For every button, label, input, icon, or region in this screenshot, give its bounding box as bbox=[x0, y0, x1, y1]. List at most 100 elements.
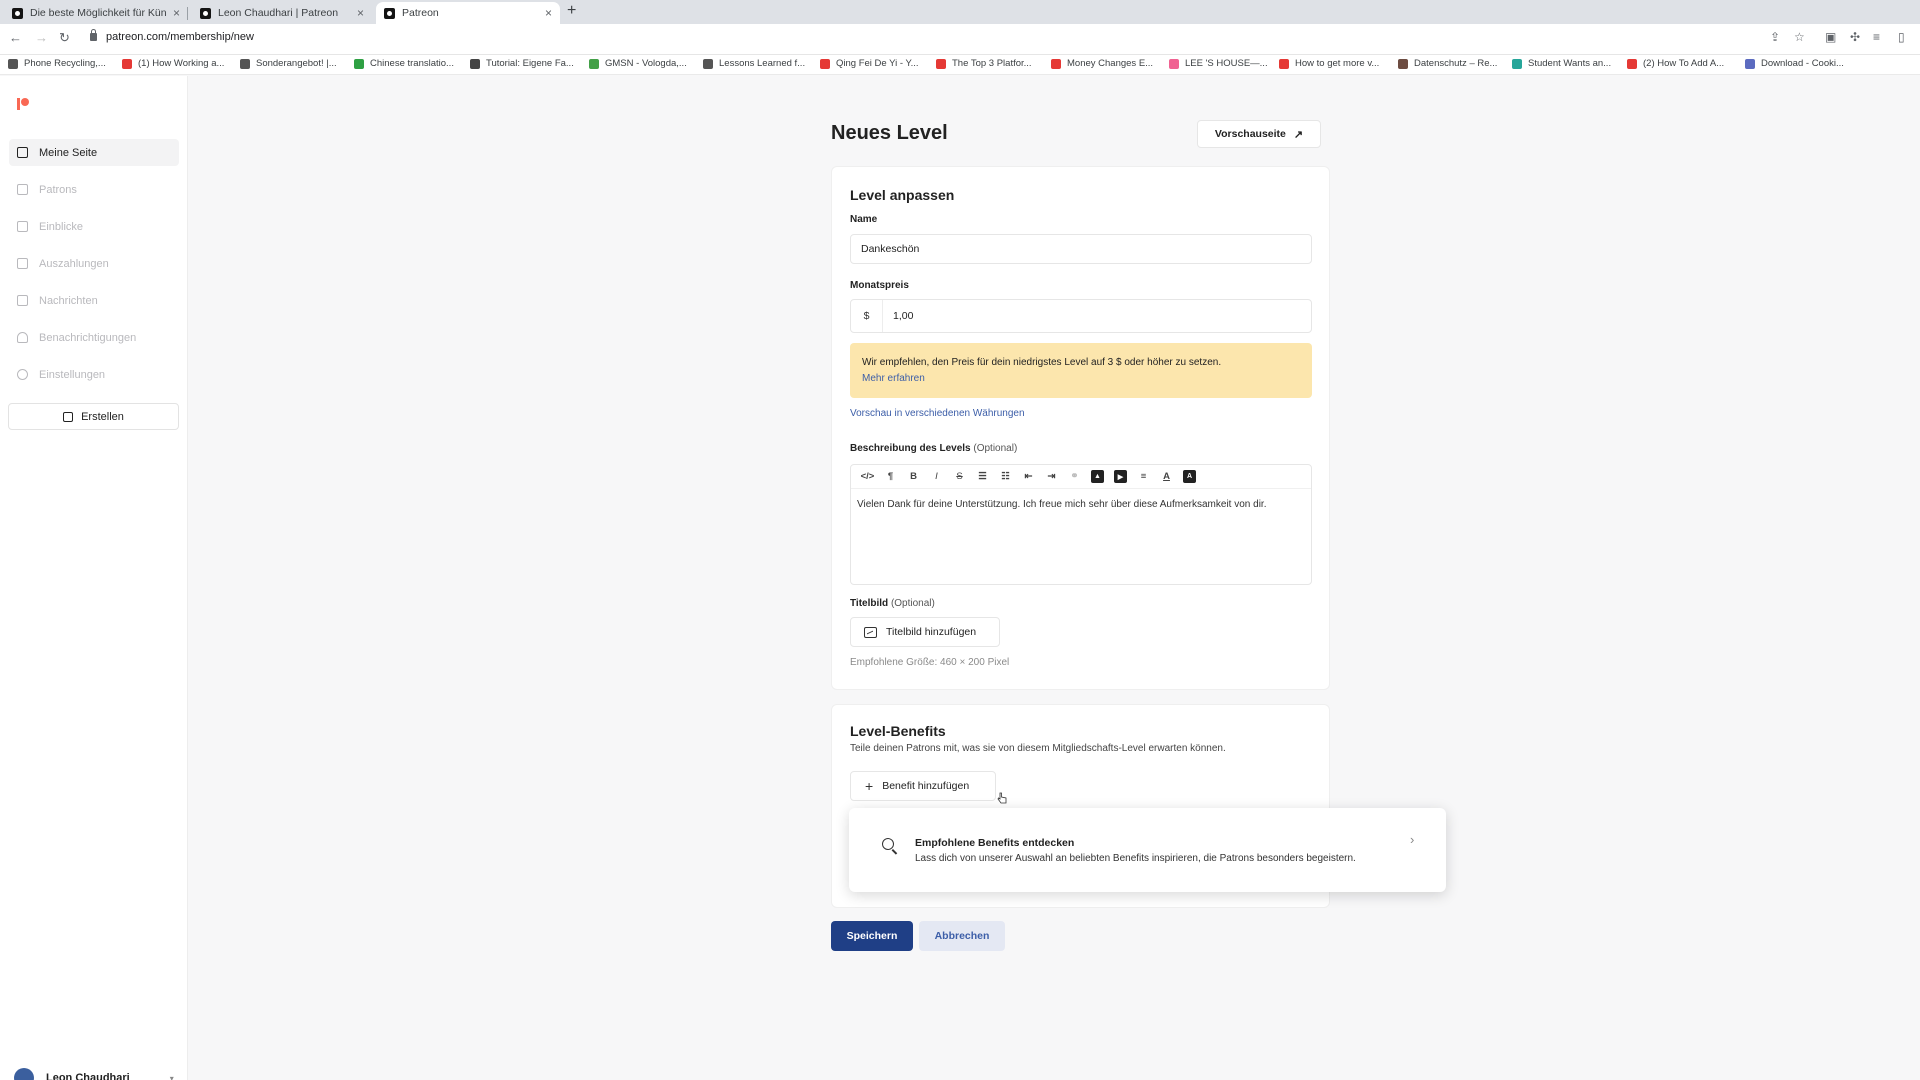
bookmark-item[interactable]: Download - Cooki... bbox=[1745, 58, 1844, 69]
url-text: patreon.com/membership/new bbox=[106, 31, 254, 43]
patreon-favicon-icon bbox=[384, 7, 395, 19]
patreon-favicon-icon bbox=[200, 7, 211, 19]
bookmark-item[interactable]: The Top 3 Platfor... bbox=[936, 58, 1032, 69]
add-benefit-label: Benefit hinzufügen bbox=[882, 780, 970, 792]
image-label: Titelbild bbox=[850, 598, 889, 609]
sidebar-item-auszahlungen[interactable]: Auszahlungen bbox=[9, 250, 179, 277]
outdent-icon[interactable]: ⇤ bbox=[1022, 470, 1035, 483]
bookmark-label: Sonderangebot! |... bbox=[256, 58, 337, 69]
browser-tab-active[interactable]: Patreon × bbox=[376, 2, 560, 24]
numbered-list-icon[interactable]: ☷ bbox=[999, 470, 1012, 483]
bookmark-item[interactable]: Student Wants an... bbox=[1512, 58, 1611, 69]
lock-icon bbox=[90, 29, 97, 41]
close-tab-icon[interactable]: × bbox=[545, 6, 552, 20]
recommended-benefits-popover[interactable]: Empfohlene Benefits entdecken Lass dich … bbox=[849, 808, 1446, 892]
bookmark-item[interactable]: Phone Recycling,... bbox=[8, 58, 106, 69]
bookmark-item[interactable]: Lessons Learned f... bbox=[703, 58, 805, 69]
bookmark-favicon-icon bbox=[703, 58, 713, 69]
highlight-icon[interactable]: A bbox=[1183, 470, 1196, 483]
sidebar-item-meine-seite[interactable]: Meine Seite bbox=[9, 139, 179, 166]
price-warning: Wir empfehlen, den Preis für dein niedri… bbox=[850, 343, 1312, 398]
bookmark-favicon-icon bbox=[1512, 58, 1522, 69]
bookmark-item[interactable]: Money Changes E... bbox=[1051, 58, 1153, 69]
star-icon[interactable]: ☆ bbox=[1794, 30, 1805, 44]
sidebar-item-benachrichtigungen[interactable]: Benachrichtigungen bbox=[9, 324, 179, 351]
back-icon[interactable]: ← bbox=[9, 30, 22, 45]
name-input[interactable]: Dankeschön bbox=[850, 234, 1312, 264]
bookmark-label: Datenschutz – Re... bbox=[1414, 58, 1498, 69]
image-icon[interactable]: ▲ bbox=[1091, 470, 1104, 483]
add-image-label: Titelbild hinzufügen bbox=[886, 626, 977, 638]
bookmark-item[interactable]: (1) How Working a... bbox=[122, 58, 224, 69]
bookmark-favicon-icon bbox=[589, 58, 599, 69]
description-editor[interactable]: </> ¶ B I S ☰ ☷ ⇤ ⇥ ⚭ ▲ ▶ ≡ A A Vielen D… bbox=[850, 464, 1312, 585]
chart-icon bbox=[17, 221, 28, 232]
close-tab-icon[interactable]: × bbox=[357, 6, 364, 20]
sidebar-item-patrons[interactable]: Patrons bbox=[9, 176, 179, 203]
sidebar-item-label: Patrons bbox=[39, 183, 77, 196]
tab-title: Patreon bbox=[402, 7, 439, 19]
page-title: Neues Level bbox=[831, 122, 948, 144]
bold-icon[interactable]: B bbox=[907, 470, 920, 483]
bullet-list-icon[interactable]: ☰ bbox=[976, 470, 989, 483]
sidebar-item-einstellungen[interactable]: Einstellungen bbox=[9, 361, 179, 388]
bookmark-label: Money Changes E... bbox=[1067, 58, 1154, 69]
close-tab-icon[interactable]: × bbox=[173, 6, 180, 20]
bookmark-item[interactable]: (2) How To Add A... bbox=[1627, 58, 1724, 69]
link-icon[interactable]: ⚭ bbox=[1068, 470, 1081, 483]
side-panel-icon[interactable]: ▯ bbox=[1898, 30, 1905, 44]
price-input[interactable]: $ 1,00 bbox=[850, 299, 1312, 333]
paragraph-icon[interactable]: ¶ bbox=[884, 470, 897, 483]
bookmark-item[interactable]: How to get more v... bbox=[1279, 58, 1379, 69]
name-value: Dankeschön bbox=[861, 243, 920, 255]
align-icon[interactable]: ≡ bbox=[1137, 470, 1150, 483]
reading-list-icon[interactable]: ≡ bbox=[1873, 30, 1880, 44]
cancel-button[interactable]: Abbrechen bbox=[919, 921, 1005, 951]
italic-icon[interactable]: I bbox=[930, 470, 943, 483]
strikethrough-icon[interactable]: S bbox=[953, 470, 966, 483]
indent-icon[interactable]: ⇥ bbox=[1045, 470, 1058, 483]
code-icon[interactable]: </> bbox=[861, 470, 875, 483]
preview-page-button[interactable]: Vorschauseite ↗ bbox=[1197, 120, 1321, 148]
puzzle-icon[interactable]: ✣ bbox=[1850, 30, 1860, 44]
sidebar-item-nachrichten[interactable]: Nachrichten bbox=[9, 287, 179, 314]
extension-icon[interactable]: ▣ bbox=[1825, 30, 1836, 44]
new-tab-icon[interactable]: + bbox=[567, 2, 576, 20]
text-color-icon[interactable]: A bbox=[1160, 470, 1173, 483]
share-icon[interactable]: ⇪ bbox=[1770, 30, 1780, 44]
add-benefit-button[interactable]: + Benefit hinzufügen bbox=[850, 771, 996, 801]
save-button[interactable]: Speichern bbox=[831, 921, 913, 951]
bookmark-item[interactable]: Chinese translatio... bbox=[354, 58, 454, 69]
bookmark-item[interactable]: Qing Fei De Yi - Y... bbox=[820, 58, 919, 69]
browser-tab[interactable]: Leon Chaudhari | Patreon × bbox=[192, 2, 372, 24]
tab-title: Leon Chaudhari | Patreon bbox=[218, 7, 339, 19]
bookmark-item[interactable]: Datenschutz – Re... bbox=[1398, 58, 1497, 69]
wallet-icon bbox=[17, 258, 28, 269]
home-icon bbox=[17, 147, 28, 158]
forward-icon[interactable]: → bbox=[35, 30, 48, 45]
sidebar-item-einblicke[interactable]: Einblicke bbox=[9, 213, 179, 240]
avatar bbox=[14, 1068, 34, 1080]
create-button[interactable]: Erstellen bbox=[8, 403, 179, 430]
bookmark-item[interactable]: Sonderangebot! |... bbox=[240, 58, 337, 69]
bookmarks-bar: Phone Recycling,... (1) How Working a... S… bbox=[0, 55, 1920, 75]
bookmark-item[interactable]: Tutorial: Eigene Fa... bbox=[470, 58, 574, 69]
bookmark-favicon-icon bbox=[1169, 58, 1179, 69]
bookmark-item[interactable]: GMSN - Vologda,... bbox=[589, 58, 687, 69]
chevron-right-icon: › bbox=[1410, 832, 1415, 847]
patreon-logo-icon[interactable] bbox=[17, 98, 29, 110]
currency-preview-link[interactable]: Vorschau in verschiedenen Währungen bbox=[850, 408, 1025, 419]
bookmark-favicon-icon bbox=[1051, 58, 1061, 69]
editor-toolbar: </> ¶ B I S ☰ ☷ ⇤ ⇥ ⚭ ▲ ▶ ≡ A A bbox=[851, 465, 1311, 489]
url-field[interactable]: patreon.com/membership/new bbox=[90, 29, 254, 43]
user-menu[interactable]: Leon Chaudhari ▾ bbox=[14, 1068, 174, 1080]
add-image-button[interactable]: Titelbild hinzufügen bbox=[850, 617, 1000, 647]
browser-tab[interactable]: Die beste Möglichkeit für Küns × bbox=[4, 2, 188, 24]
reload-icon[interactable]: ↻ bbox=[59, 30, 70, 46]
learn-more-link[interactable]: Mehr erfahren bbox=[862, 371, 1300, 387]
name-label: Name bbox=[850, 214, 878, 225]
bookmark-favicon-icon bbox=[1279, 58, 1289, 69]
bookmark-item[interactable]: LEE 'S HOUSE—... bbox=[1169, 58, 1268, 69]
video-icon[interactable]: ▶ bbox=[1114, 470, 1127, 483]
bookmark-favicon-icon bbox=[1627, 58, 1637, 69]
